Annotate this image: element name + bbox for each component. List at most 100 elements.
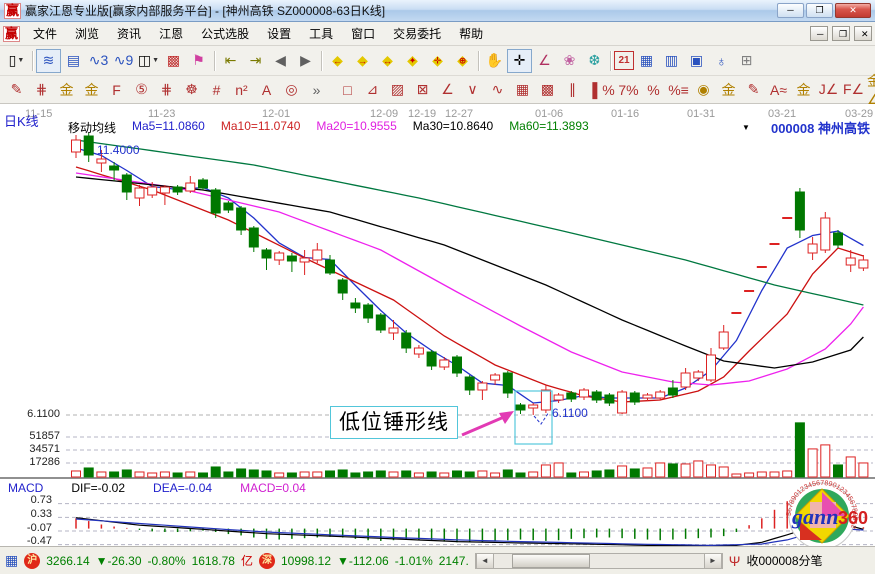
volume-bar (224, 472, 233, 477)
fibonacci-grid-button[interactable]: F (104, 78, 129, 102)
menu-tools[interactable]: 工具 (300, 22, 342, 45)
gann-flower-tool-button[interactable]: ❀ (557, 49, 582, 73)
volume-bar (503, 470, 512, 477)
scroll-thumb[interactable] (512, 554, 590, 568)
gann-grid-button[interactable]: ⋕ (29, 78, 54, 102)
parallel-lines-tool[interactable]: ∥ (560, 78, 585, 102)
menu-trade[interactable]: 交易委托 (384, 22, 450, 45)
ma-dropdown-icon[interactable]: ▼ (742, 123, 750, 132)
menu-file[interactable]: 文件 (24, 22, 66, 45)
candle-body (160, 187, 169, 193)
nav-compress-diamond[interactable]: ◆✦ (400, 49, 425, 73)
ma30-readout: Ma30=10.8640 (413, 119, 493, 136)
memo-button[interactable]: ▥ (659, 49, 684, 73)
quote-board-button[interactable]: ▤ (61, 49, 86, 73)
nav-left-diamond[interactable]: ◆← (325, 49, 350, 73)
menu-browse[interactable]: 浏览 (66, 22, 108, 45)
fan-lines-tool[interactable]: ⊿ (360, 78, 385, 102)
sz-amount: 2147. (439, 554, 469, 568)
gann-wheel-button[interactable]: ☸ (179, 78, 204, 102)
kline-canvas[interactable]: 11-1511-2312-0112-0912-1912-2701-0601-16… (0, 104, 875, 546)
hammer-annotation-box[interactable]: 低位锤形线 (330, 406, 458, 439)
gold-angle-tool[interactable]: 金∠ (866, 78, 875, 102)
ma10-line (76, 167, 863, 402)
next-page-button[interactable]: ▶ (293, 49, 318, 73)
kline-style-button[interactable]: ▯▼ (4, 49, 29, 73)
child-close-button[interactable]: ✕ (854, 26, 872, 41)
box-cross-tool[interactable]: ⊠ (410, 78, 435, 102)
maximize-button[interactable]: ❐ (806, 3, 833, 18)
target-circle-button[interactable]: ◎ (279, 78, 304, 102)
ma20-line (76, 173, 863, 385)
gann-grid-gold-button[interactable]: 金 (54, 78, 79, 102)
save-button[interactable]: ▣ (684, 49, 709, 73)
more-tools-button[interactable]: » (304, 78, 329, 102)
volume-percent-tool[interactable]: ▌% (591, 78, 616, 102)
percent-tool[interactable]: % (641, 78, 666, 102)
menu-formula-picker[interactable]: 公式选股 (192, 22, 258, 45)
calendar-button[interactable]: 21 (614, 51, 634, 70)
menu-settings[interactable]: 设置 (258, 22, 300, 45)
close-button[interactable]: ✕ (835, 3, 871, 18)
child-minimize-button[interactable]: ─ (810, 26, 828, 41)
menu-gann[interactable]: 江恩 (150, 22, 192, 45)
zigzag-tool[interactable]: ∿ (485, 78, 510, 102)
prev-page-button[interactable]: ◀ (268, 49, 293, 73)
angle-lines-tool[interactable]: ∠ (435, 78, 460, 102)
nav-right-diamond[interactable]: ◆→ (350, 49, 375, 73)
wave-v-tool[interactable]: ∨ (460, 78, 485, 102)
draw-brush-button[interactable]: ✎ (4, 78, 29, 102)
f-angle-tool[interactable]: F∠ (841, 78, 866, 102)
scroll-track[interactable] (494, 554, 704, 568)
status-bar: ▦沪3266.14▼-26.30-0.80%1618.78亿深10998.12▼… (0, 546, 875, 574)
child-restore-button[interactable]: ❐ (832, 26, 850, 41)
square-n2-button[interactable]: n² (229, 78, 254, 102)
price-note-tool[interactable]: ✎ (741, 78, 766, 102)
web-link-button[interactable]: ♁ (709, 49, 734, 73)
calculator-button[interactable]: ▦ (634, 49, 659, 73)
nav-center-diamond[interactable]: ◆⊕ (450, 49, 475, 73)
cycle5-grid-button[interactable]: ⑤ (129, 78, 154, 102)
seven-percent-tool[interactable]: 7% (616, 78, 641, 102)
crosshair-tool-button[interactable]: ✛ (507, 49, 532, 73)
candle-pattern-button[interactable]: ◫▼ (136, 49, 161, 73)
minimize-button[interactable]: ─ (777, 3, 804, 18)
nav-expand-diamond[interactable]: ◆✛ (425, 49, 450, 73)
text-label-button[interactable]: A (254, 78, 279, 102)
quote-scrollbar[interactable]: ◄► (475, 553, 723, 569)
trade-cart-button[interactable]: ⊞ (734, 49, 759, 73)
rect-box-tool[interactable]: □ (335, 78, 360, 102)
draw-grid-button[interactable]: ⋕ (154, 78, 179, 102)
last-page-button[interactable]: ⇥ (243, 49, 268, 73)
golden-lines-tool[interactable]: 金 (716, 78, 741, 102)
golden-bar-tool[interactable]: 金 (791, 78, 816, 102)
hand-tool-button[interactable]: ✋ (482, 49, 507, 73)
golden-circle-tool[interactable]: ◉ (691, 78, 716, 102)
trendline-mode-button[interactable]: ≋ (36, 49, 61, 73)
nav-hrange-diamond[interactable]: ◆↔ (375, 49, 400, 73)
restore-rights-button[interactable]: ▩ (161, 49, 186, 73)
chart-area[interactable]: 11-1511-2312-0112-0912-1912-2701-0601-16… (0, 104, 875, 546)
volume-bar (135, 472, 144, 477)
wave-abc-tool[interactable]: A≈ (766, 78, 791, 102)
low-callout-pointer (534, 412, 549, 424)
first-page-button[interactable]: ⇤ (218, 49, 243, 73)
menu-news[interactable]: 资讯 (108, 22, 150, 45)
flag-marker-button[interactable]: ⚑ (186, 49, 211, 73)
j-angle-tool[interactable]: J∠ (816, 78, 841, 102)
cycle-tool-button[interactable]: ❆ (582, 49, 607, 73)
box-fan-tool[interactable]: ▨ (385, 78, 410, 102)
scroll-left-arrow[interactable]: ◄ (476, 554, 494, 568)
angle-tool-button[interactable]: ∠ (532, 49, 557, 73)
wave-9-button[interactable]: ∿9 (111, 49, 136, 73)
gann-grid-gold2-button[interactable]: 金 (79, 78, 104, 102)
wave-3-button[interactable]: ∿3 (86, 49, 111, 73)
scroll-right-arrow[interactable]: ► (704, 554, 722, 568)
menu-window[interactable]: 窗口 (342, 22, 384, 45)
percent-lines-tool[interactable]: %≡ (666, 78, 691, 102)
candle-body (186, 183, 195, 191)
plain-grid-button[interactable]: # (204, 78, 229, 102)
red-grid-tool[interactable]: ▦ (510, 78, 535, 102)
red-grid2-tool[interactable]: ▩ (535, 78, 560, 102)
menu-help[interactable]: 帮助 (450, 22, 492, 45)
